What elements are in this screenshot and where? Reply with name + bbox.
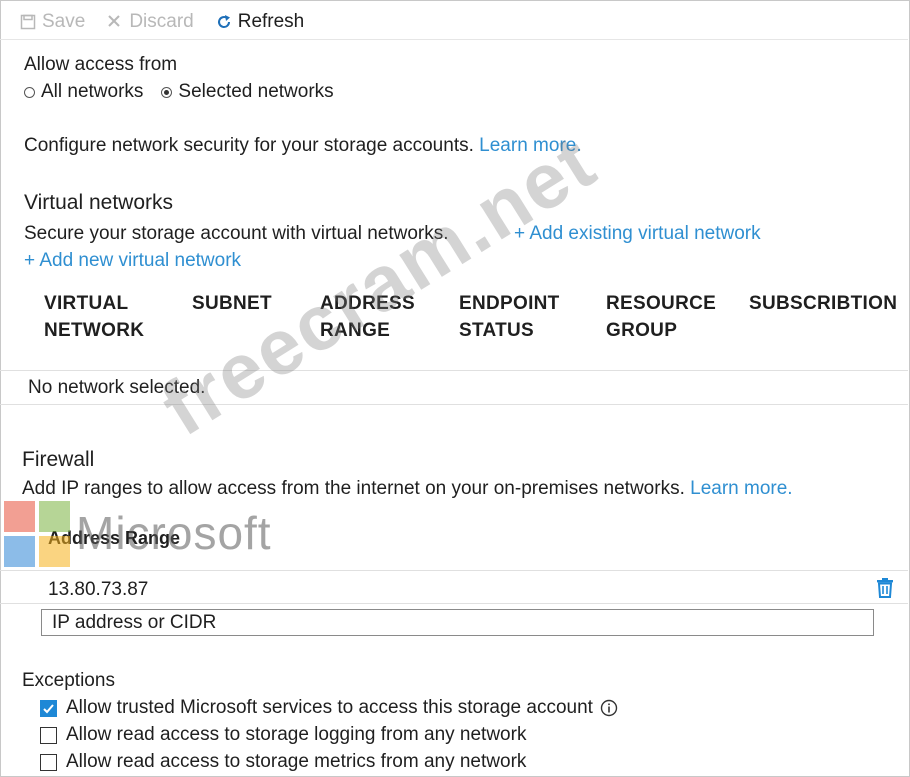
refresh-button[interactable]: Refresh (216, 11, 305, 33)
firewall-description-line: Add IP ranges to allow access from the i… (22, 478, 793, 500)
firewall-title: Firewall (22, 448, 95, 471)
checkbox-unchecked[interactable] (40, 726, 57, 744)
exception-storage-logging-label: Allow read access to storage logging fro… (66, 724, 527, 745)
table-divider (0, 570, 908, 571)
firewall-learn-more-link[interactable]: Learn more. (690, 478, 792, 499)
exception-trusted-services[interactable]: Allow trusted Microsoft services to acce… (40, 697, 618, 719)
column-header-line: GROUP (606, 320, 678, 341)
save-button[interactable]: Save (20, 11, 85, 33)
exception-storage-metrics-label: Allow read access to storage metrics fro… (66, 751, 527, 772)
exceptions-title: Exceptions (22, 670, 115, 691)
toolbar-divider (0, 39, 908, 40)
save-icon (20, 14, 36, 30)
exception-trusted-services-label: Allow trusted Microsoft services to acce… (66, 697, 593, 718)
firewall-ip-row: 13.80.73.87 (48, 579, 149, 600)
info-icon[interactable] (600, 699, 618, 717)
trash-icon[interactable] (876, 578, 894, 598)
radio-unchecked-icon (24, 86, 35, 98)
radio-all-networks[interactable]: All networks (24, 81, 143, 103)
save-label: Save (42, 11, 86, 32)
discard-label: Discard (129, 11, 194, 32)
close-icon (107, 14, 123, 30)
access-radio-group: All networks Selected networks (24, 81, 334, 103)
column-header-virtual-network: VIRTUAL NETWORK (44, 290, 144, 344)
checkbox-unchecked[interactable] (40, 753, 57, 771)
refresh-label: Refresh (237, 11, 305, 32)
column-header-line: ENDPOINT (459, 293, 560, 314)
radio-checked-icon (161, 86, 173, 98)
exception-storage-metrics[interactable]: Allow read access to storage metrics fro… (40, 751, 526, 773)
column-header-line: NETWORK (44, 320, 145, 341)
add-new-virtual-network-link[interactable]: + Add new virtual network (24, 250, 241, 272)
virtual-networks-title: Virtual networks (24, 191, 174, 214)
checkbox-checked[interactable] (40, 699, 57, 717)
radio-all-networks-label: All networks (41, 81, 144, 102)
column-header-line: SUBSCRIBTION (749, 293, 898, 314)
column-header-line: VIRTUAL (44, 293, 129, 314)
table-divider (0, 370, 908, 371)
intro-text: Configure network security for your stor… (24, 135, 474, 156)
table-divider (0, 603, 908, 604)
microsoft-logo-watermark (4, 501, 70, 567)
column-header-line: STATUS (459, 320, 534, 341)
exception-storage-logging[interactable]: Allow read access to storage logging fro… (40, 724, 526, 746)
intro-line: Configure network security for your stor… (24, 135, 582, 157)
discard-button[interactable]: Discard (107, 11, 194, 33)
microsoft-watermark-text: Microsoft (76, 507, 272, 559)
radio-selected-networks[interactable]: Selected networks (161, 81, 334, 103)
firewall-description: Add IP ranges to allow access from the i… (22, 478, 685, 499)
refresh-icon (216, 14, 232, 30)
access-heading: Allow access from (24, 54, 178, 75)
column-header-endpoint-status: ENDPOINT STATUS (459, 290, 560, 344)
radio-selected-networks-label: Selected networks (178, 81, 334, 102)
table-divider (0, 404, 908, 405)
toolbar: Save Discard Refresh (20, 8, 304, 36)
column-header-subscription: SUBSCRIBTION (749, 290, 897, 317)
ip-address-input[interactable] (41, 609, 874, 636)
column-header-resource-group: RESOURCE GROUP (606, 290, 716, 344)
column-header-line: RESOURCE (606, 293, 717, 314)
